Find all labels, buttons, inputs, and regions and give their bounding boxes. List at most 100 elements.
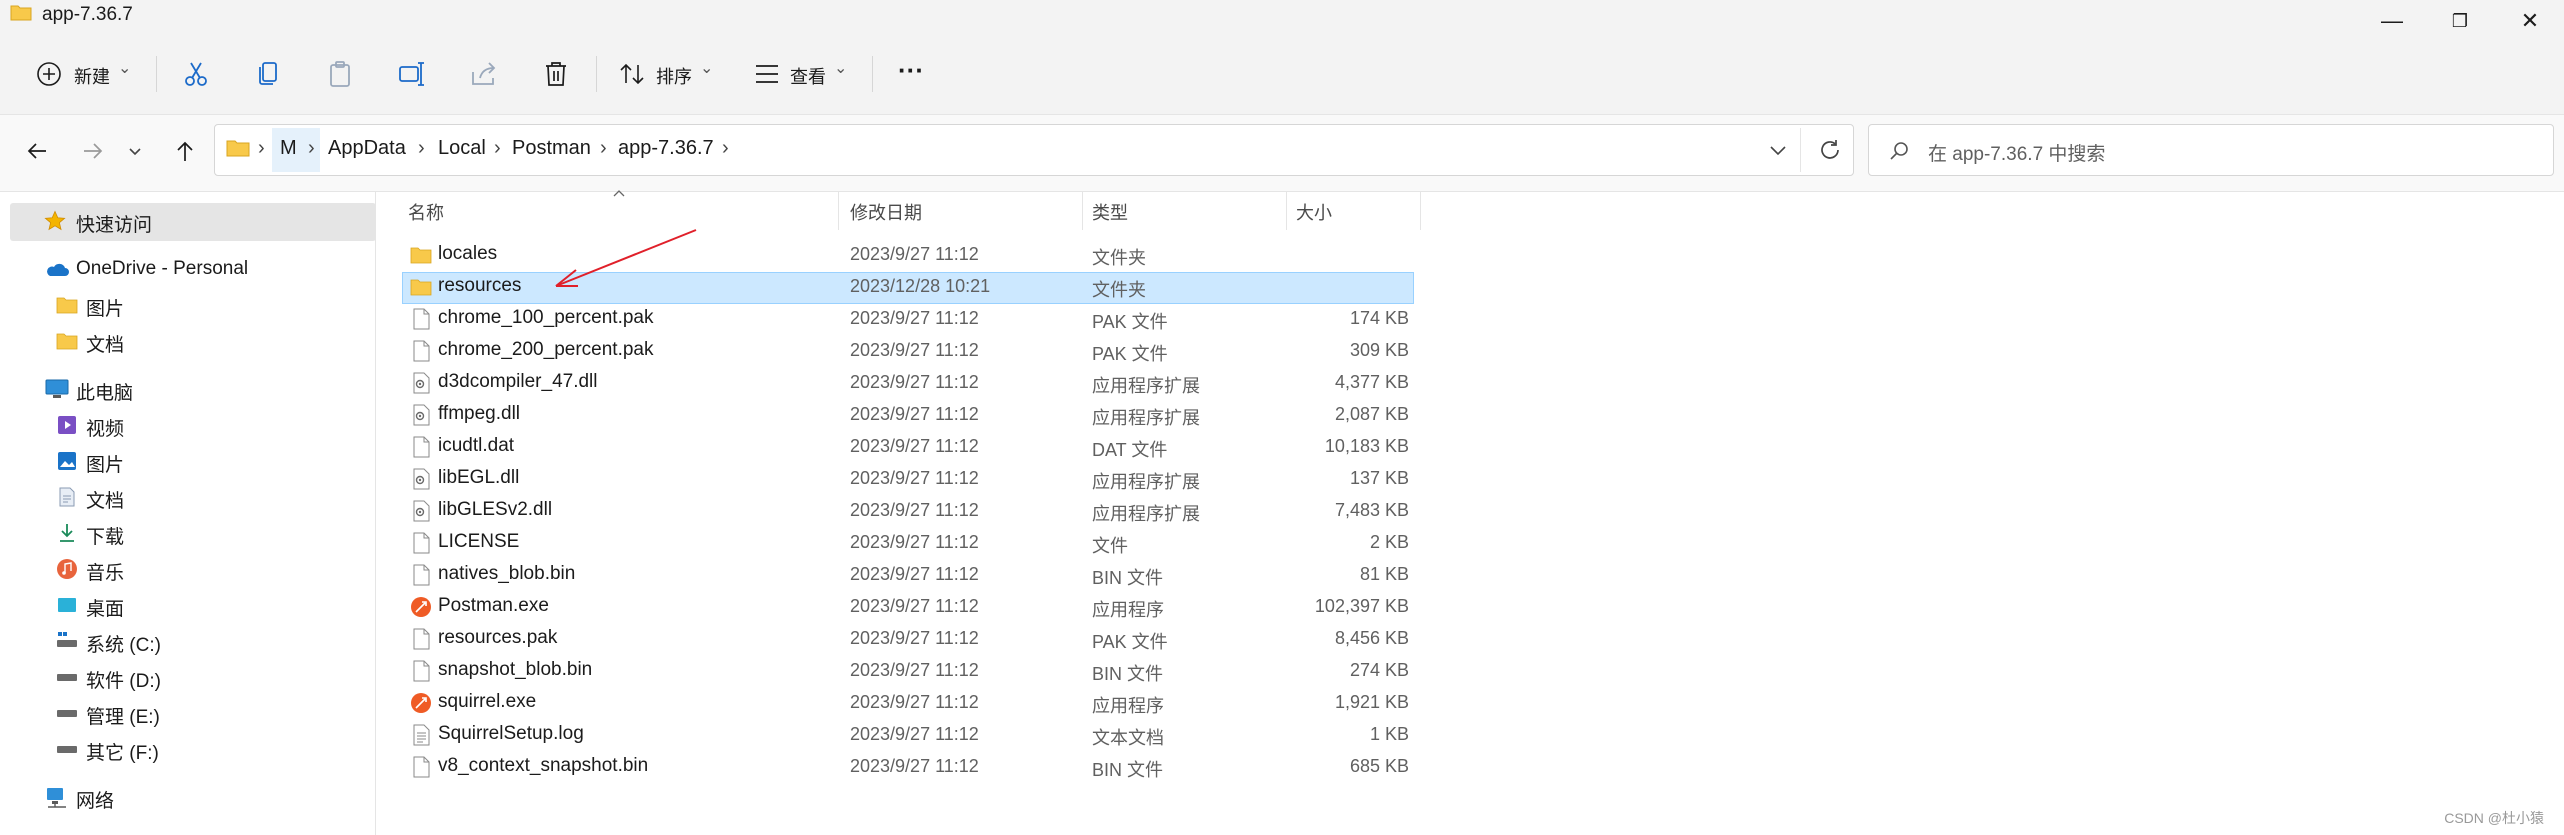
file-name[interactable]: chrome_100_percent.pak: [438, 307, 653, 329]
column-header-size[interactable]: 大小: [1296, 199, 1332, 225]
toolbar-divider: [156, 56, 157, 92]
network-icon: [47, 788, 66, 808]
column-divider: [1082, 192, 1083, 230]
file-type: 应用程序: [1092, 600, 1164, 620]
drive-icon: [57, 710, 77, 717]
column-header-type[interactable]: 类型: [1092, 199, 1128, 225]
breadcrumb-m[interactable]: M: [280, 137, 297, 160]
sidebar-item-videos[interactable]: 视频: [86, 414, 124, 441]
rename-icon[interactable]: [396, 58, 428, 90]
file-icon: [413, 340, 430, 362]
file-size: 685 KB: [1349, 756, 1409, 776]
file-modified-date: 2023/9/27 11:12: [850, 660, 979, 680]
breadcrumb-app-folder[interactable]: app-7.36.7: [618, 137, 714, 160]
file-type: 文本文档: [1092, 728, 1164, 748]
breadcrumb-local[interactable]: Local: [438, 137, 486, 160]
close-button[interactable]: ✕: [2500, 0, 2560, 42]
sidebar-item-network[interactable]: 网络: [76, 786, 114, 813]
chevron-down-icon: ⌄: [834, 60, 848, 77]
file-modified-date: 2023/9/27 11:12: [850, 468, 979, 488]
file-name[interactable]: icudtl.dat: [438, 435, 514, 457]
sidebar-item-drive-e[interactable]: 管理 (E:): [86, 702, 160, 729]
breadcrumb-separator: ›: [258, 137, 265, 159]
file-type: BIN 文件: [1092, 664, 1164, 684]
breadcrumb-postman[interactable]: Postman: [512, 137, 591, 160]
file-modified-date: 2023/9/27 11:12: [850, 404, 979, 424]
address-dropdown-chevron-icon[interactable]: [1766, 138, 1790, 162]
search-placeholder: 在 app-7.36.7 中搜索: [1928, 144, 2106, 165]
new-button[interactable]: 新建 ⌄: [30, 54, 140, 94]
file-modified-date: 2023/9/27 11:12: [850, 244, 979, 264]
system-drive-icon: [57, 632, 77, 647]
file-type: 文件夹: [1092, 248, 1146, 268]
share-icon[interactable]: [468, 58, 500, 90]
breadcrumb-separator: ›: [600, 137, 607, 159]
video-icon: [58, 416, 76, 434]
dll-icon: [413, 468, 430, 490]
up-arrow-icon[interactable]: [170, 136, 200, 166]
recent-locations-chevron-icon[interactable]: [124, 136, 146, 166]
postman-icon: [411, 693, 431, 713]
file-name[interactable]: locales: [438, 243, 497, 265]
sidebar-item-desktop[interactable]: 桌面: [86, 594, 124, 621]
sidebar-item-downloads[interactable]: 下载: [86, 522, 124, 549]
column-header-modified[interactable]: 修改日期: [850, 199, 922, 225]
more-options-button[interactable]: ···: [888, 54, 934, 94]
file-name[interactable]: Postman.exe: [438, 595, 549, 617]
file-icon: [413, 532, 430, 554]
copy-icon[interactable]: [252, 58, 284, 90]
sidebar-item-documents[interactable]: 文档: [86, 486, 124, 513]
file-icon: [413, 756, 430, 778]
file-name[interactable]: ffmpeg.dll: [438, 403, 520, 425]
sidebar-item-onedrive[interactable]: OneDrive - Personal: [76, 258, 248, 280]
column-header-name[interactable]: 名称: [408, 199, 444, 225]
file-name[interactable]: libEGL.dll: [438, 467, 519, 489]
sidebar-item-this-pc[interactable]: 此电脑: [76, 378, 133, 405]
file-size: 7,483 KB: [1334, 500, 1409, 520]
file-size: 309 KB: [1349, 340, 1409, 360]
breadcrumb-appdata[interactable]: AppData: [328, 137, 406, 160]
sort-button[interactable]: 排序 ⌄: [612, 54, 722, 94]
sidebar-item-pictures[interactable]: 图片: [86, 450, 124, 477]
file-name[interactable]: natives_blob.bin: [438, 563, 575, 585]
file-name[interactable]: snapshot_blob.bin: [438, 659, 592, 681]
sidebar-item-onedrive-documents[interactable]: 文档: [86, 330, 124, 357]
back-arrow-icon[interactable]: [22, 136, 52, 166]
delete-icon[interactable]: [540, 58, 572, 90]
file-name[interactable]: LICENSE: [438, 531, 519, 553]
download-icon: [60, 524, 74, 542]
view-button[interactable]: 查看 ⌄: [748, 54, 858, 94]
file-name[interactable]: v8_context_snapshot.bin: [438, 755, 648, 777]
paste-icon[interactable]: [324, 58, 356, 90]
file-modified-date: 2023/9/27 11:12: [850, 628, 979, 648]
forward-arrow-icon[interactable]: [78, 136, 108, 166]
file-name[interactable]: squirrel.exe: [438, 691, 536, 713]
file-name[interactable]: resources: [438, 275, 521, 297]
file-name[interactable]: resources.pak: [438, 627, 557, 649]
sidebar-item-onedrive-pictures[interactable]: 图片: [86, 294, 124, 321]
file-name[interactable]: d3dcompiler_47.dll: [438, 371, 598, 393]
file-name[interactable]: SquirrelSetup.log: [438, 723, 584, 745]
file-name[interactable]: libGLESv2.dll: [438, 499, 552, 521]
sidebar-item-quick-access[interactable]: 快速访问: [76, 210, 152, 237]
file-modified-date: 2023/9/27 11:12: [850, 756, 979, 776]
file-size: 8,456 KB: [1334, 628, 1409, 648]
sidebar-item-drive-d[interactable]: 软件 (D:): [86, 666, 161, 693]
file-modified-date: 2023/9/27 11:12: [850, 564, 979, 584]
file-name[interactable]: chrome_200_percent.pak: [438, 339, 653, 361]
file-modified-date: 2023/9/27 11:12: [850, 372, 979, 392]
file-size: 274 KB: [1349, 660, 1409, 680]
refresh-icon[interactable]: [1816, 136, 1844, 164]
dll-icon: [413, 500, 430, 522]
minimize-button[interactable]: —: [2362, 0, 2422, 42]
cut-icon[interactable]: [180, 58, 212, 90]
address-divider: [1800, 128, 1801, 172]
sidebar-item-drive-c[interactable]: 系统 (C:): [86, 630, 161, 657]
toolbar-divider: [596, 56, 597, 92]
file-modified-date: 2023/9/27 11:12: [850, 436, 979, 456]
sidebar-item-music[interactable]: 音乐: [86, 558, 124, 585]
sidebar-item-drive-f[interactable]: 其它 (F:): [86, 738, 159, 765]
file-size: 2 KB: [1369, 532, 1409, 552]
maximize-button[interactable]: ❐: [2430, 0, 2490, 42]
title-bar: [0, 0, 2564, 42]
